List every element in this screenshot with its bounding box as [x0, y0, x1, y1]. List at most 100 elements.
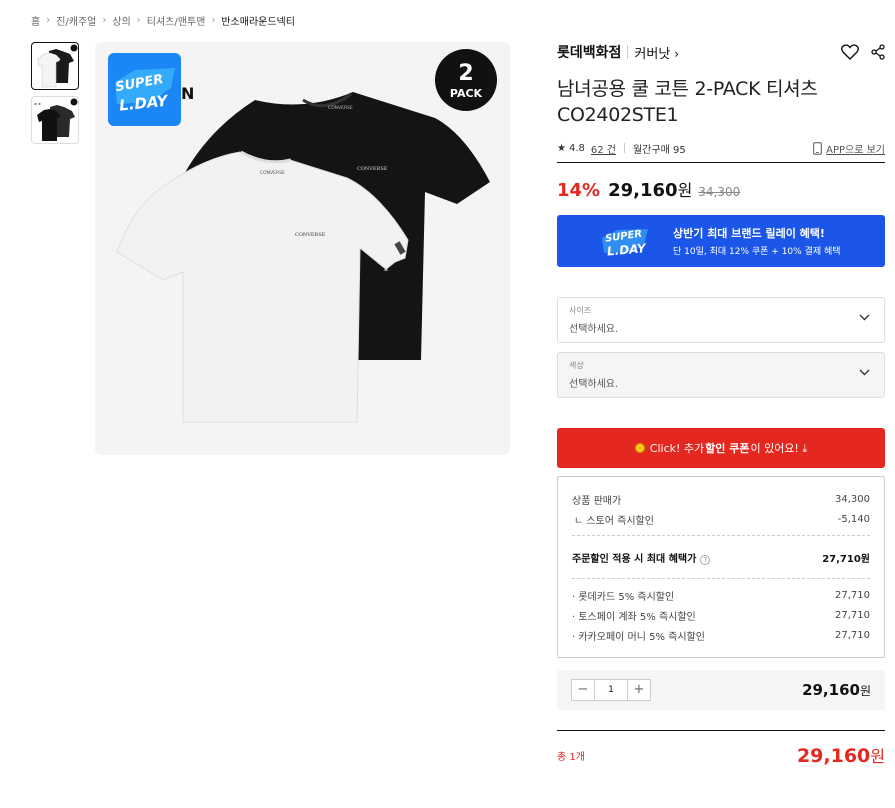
action-icons: [841, 44, 885, 60]
discount-rate: 14%: [557, 180, 601, 201]
card-discount-row: · 롯데카드 5% 즉시할인 27,710: [572, 585, 870, 605]
color-select-label: 색상: [569, 361, 584, 370]
sub-brand-label: 커버낫: [634, 46, 671, 62]
quantity-box: − 1 + 29,160원: [557, 670, 885, 710]
product-title-line1: 남녀공용 쿨 코튼 2-PACK 티셔츠: [557, 78, 818, 100]
breakdown-value: -5,140: [837, 513, 870, 525]
banner-logo-line2: L.DAY: [606, 241, 647, 258]
store-brand[interactable]: 롯데백화점: [557, 42, 621, 62]
chevron-right-icon: ›: [136, 15, 141, 26]
divider: [557, 162, 885, 163]
brand-row: 롯데백화점 커버낫 ›: [557, 40, 885, 64]
sale-price-currency: 원: [677, 181, 693, 200]
decrease-button[interactable]: −: [572, 680, 594, 700]
black-tshirt-logo: CONVERSE: [357, 166, 388, 172]
black-tshirt-print: CONVERSE: [328, 105, 353, 111]
share-icon[interactable]: [871, 44, 885, 60]
color-select[interactable]: 색상 선택하세요.: [557, 352, 885, 398]
total-price: 29,160원: [797, 743, 885, 767]
tshirt-thumb-image: [37, 44, 78, 88]
review-count-link[interactable]: 62 건: [591, 141, 616, 156]
max-benefit-label: 주문할인 적용 시 최대 혜택가: [572, 553, 697, 565]
brand-divider: [627, 45, 629, 59]
product-info-panel: 롯데백화점 커버낫 › 남녀공용 쿨 코튼 2-PACK 티셔츠 CO2402ST…: [557, 40, 885, 767]
thumbnail-1[interactable]: [31, 42, 79, 90]
chevron-down-icon: [859, 314, 870, 321]
chevron-right-icon: ›: [46, 15, 51, 26]
coupon-text-pre: Click! 추가: [649, 442, 705, 455]
line-price-currency: 원: [859, 684, 871, 698]
total-row: 총 1개 29,160원: [557, 743, 885, 767]
product-meta: ★ 4.8 62 건 월간구매 95 APP으로 보기: [557, 140, 885, 156]
white-tshirt-print: CONVERSE: [260, 170, 285, 176]
product-title-line2: CO2402STE1: [557, 104, 679, 126]
sale-price: 29,160원: [608, 177, 692, 201]
product-brand-link[interactable]: 커버낫 ›: [634, 43, 679, 62]
product-title: 남녀공용 쿨 코튼 2-PACK 티셔츠 CO2402STE1: [557, 76, 885, 128]
promo-banner-text: 상반기 최대 브랜드 릴레이 혜택! 단 10일, 최대 12% 쿠폰 + 10…: [673, 225, 841, 257]
help-icon[interactable]: ?: [700, 554, 711, 565]
thumbnail-2[interactable]: ▪ ▪: [31, 96, 79, 144]
total-price-currency: 원: [870, 747, 885, 766]
chevron-right-icon: ›: [674, 46, 680, 61]
total-count: 총 1개: [557, 751, 585, 763]
main-product-image[interactable]: CONVERSE CONVERSE CONVERSE CONVERSE SUPE…: [95, 42, 510, 455]
breakdown-label: ㄴ 스토어 즉시할인: [574, 515, 654, 527]
breakdown-row: 상품 판매가 34,300: [572, 489, 870, 509]
star-icon: ★: [557, 142, 566, 154]
card-discount-label: · 롯데카드 5% 즉시할인: [572, 591, 675, 603]
chevron-down-icon: [859, 369, 870, 376]
svg-text:▪ ▪: ▪ ▪: [34, 101, 41, 106]
max-benefit-row: 주문할인 적용 시 최대 혜택가? 27,710원: [572, 542, 870, 572]
tshirt-product-image: CONVERSE CONVERSE CONVERSE CONVERSE SUPE…: [108, 49, 497, 423]
card-discount-value: 27,710: [835, 589, 870, 601]
breadcrumb: 홈 › 진/캐주얼 › 상의 › 티셔츠/맨투맨 › 반소매라운드넥티: [31, 13, 295, 28]
promo-banner-subtitle: 단 10일, 최대 12% 쿠폰 + 10% 결제 혜택: [673, 247, 841, 257]
breakdown-label: 상품 판매가: [572, 495, 622, 507]
thumbnail-list: ▪ ▪: [31, 42, 79, 150]
coupon-text-post: 이 있어요! ⤓: [750, 442, 808, 455]
coupon-text-bold: 할인 쿠폰: [705, 442, 750, 455]
pack-badge-number: 2: [458, 61, 473, 86]
quantity-stepper: − 1 +: [571, 679, 651, 701]
heart-icon[interactable]: [841, 44, 859, 60]
app-view-link[interactable]: APP으로 보기: [813, 141, 885, 156]
card-discount-label: · 카카오페이 머니 5% 즉시할인: [572, 631, 705, 643]
size-select-value: 선택하세요.: [569, 324, 619, 335]
promo-banner[interactable]: SUPER L.DAY 상반기 최대 브랜드 릴레이 혜택! 단 10일, 최대…: [557, 215, 885, 267]
dashed-divider: [572, 535, 870, 536]
increase-button[interactable]: +: [628, 680, 650, 700]
rating-value: 4.8: [568, 142, 585, 154]
mobile-phone-icon: [813, 141, 822, 155]
total-price-amount: 29,160: [796, 745, 871, 767]
breadcrumb-tshirts[interactable]: 티셔츠/맨투맨: [147, 13, 206, 28]
card-discount-row: · 카카오페이 머니 5% 즉시할인 27,710: [572, 625, 870, 645]
monthly-purchases: 월간구매 95: [632, 144, 686, 156]
original-price: 34,300: [698, 185, 741, 199]
max-benefit-value: 27,710원: [822, 553, 870, 565]
card-discount-label: · 토스페이 계좌 5% 즉시할인: [572, 611, 696, 623]
divider: [557, 730, 885, 731]
card-discount-row: · 토스페이 계좌 5% 즉시할인 27,710: [572, 605, 870, 625]
breadcrumb-jean-casual[interactable]: 진/캐주얼: [56, 13, 96, 28]
line-price-amount: 29,160: [802, 681, 860, 699]
quantity-input[interactable]: 1: [594, 680, 628, 700]
card-discount-value: 27,710: [835, 609, 870, 621]
size-select[interactable]: 사이즈 선택하세요.: [557, 297, 885, 343]
breadcrumb-home[interactable]: 홈: [31, 13, 40, 28]
pack-badge-text: PACK: [450, 87, 483, 100]
max-benefit-label-wrap: 주문할인 적용 시 최대 혜택가?: [572, 550, 711, 565]
dashed-divider: [572, 578, 870, 579]
chevron-right-icon: ›: [102, 15, 107, 26]
size-select-label: 사이즈: [569, 306, 592, 315]
breakdown-value: 34,300: [835, 493, 870, 505]
chevron-right-icon: ›: [211, 15, 216, 26]
white-tshirt-logo: CONVERSE: [295, 232, 326, 238]
breadcrumb-current[interactable]: 반소매라운드넥티: [221, 13, 295, 28]
coupon-download-button[interactable]: Click! 추가 할인 쿠폰 이 있어요! ⤓: [557, 428, 885, 468]
sale-price-amount: 29,160: [608, 180, 678, 201]
promo-banner-title: 상반기 최대 브랜드 릴레이 혜택!: [673, 227, 825, 240]
coin-icon: [634, 443, 645, 453]
breadcrumb-tops[interactable]: 상의: [112, 13, 130, 28]
color-select-value: 선택하세요.: [569, 379, 619, 390]
